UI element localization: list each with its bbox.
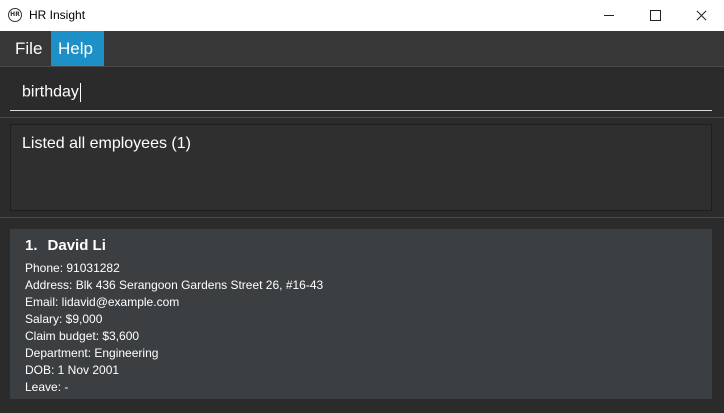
divider: [0, 66, 724, 67]
app-logo-icon: HR: [8, 8, 22, 22]
menu-file[interactable]: File: [8, 31, 51, 66]
text-caret: [79, 83, 81, 102]
command-box[interactable]: birthday: [10, 76, 712, 111]
employee-phone: Phone: 91031282: [25, 261, 120, 275]
employee-list[interactable]: 1. David Li Phone: 91031282 Address: Blk …: [10, 229, 712, 399]
command-input[interactable]: birthday: [22, 83, 81, 102]
employee-leave: Leave: -: [25, 380, 69, 394]
command-input-text: birthday: [22, 83, 79, 101]
window-title: HR Insight: [29, 8, 86, 22]
maximize-button[interactable]: [632, 0, 678, 31]
employee-name: 1. David Li: [25, 237, 106, 254]
employee-dob: DOB: 1 Nov 2001: [25, 363, 120, 377]
result-message: Listed all employees (1): [22, 135, 191, 152]
employee-index: 1.: [25, 237, 38, 254]
menu-bar: File Help: [0, 31, 724, 66]
employee-salary: Salary: $9,000: [25, 312, 103, 326]
minimize-button[interactable]: [586, 0, 632, 31]
divider: [0, 217, 724, 218]
employee-email: Email: lidavid@example.com: [25, 295, 180, 309]
result-display[interactable]: Listed all employees (1): [10, 124, 712, 211]
close-button[interactable]: [678, 0, 724, 31]
menu-help[interactable]: Help: [51, 31, 104, 66]
app-window: HR HR Insight File Help birthday Listed …: [0, 0, 724, 413]
divider: [0, 117, 724, 118]
employee-claim-budget: Claim budget: $3,600: [25, 329, 140, 343]
employee-address: Address: Blk 436 Serangoon Gardens Stree…: [25, 278, 324, 292]
employee-department: Department: Engineering: [25, 346, 159, 360]
employee-name-text: David Li: [47, 237, 106, 254]
title-bar: HR HR Insight: [0, 0, 724, 31]
